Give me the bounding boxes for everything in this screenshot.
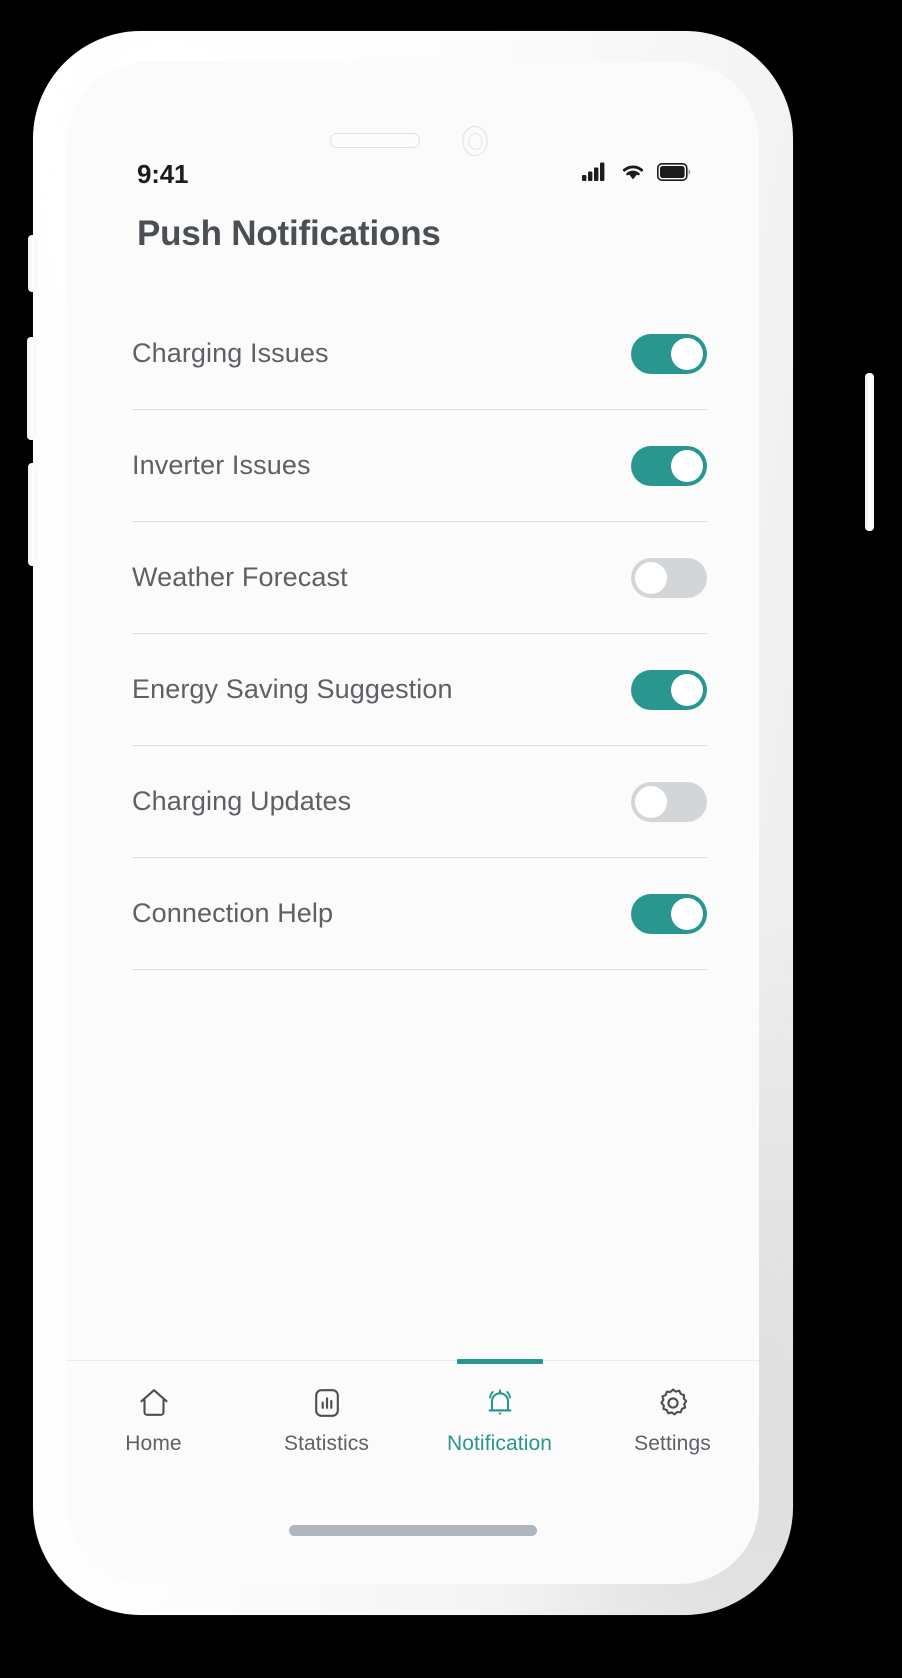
settings-row[interactable]: Charging Updates xyxy=(132,746,707,858)
settings-row[interactable]: Weather Forecast xyxy=(132,522,707,634)
settings-row[interactable]: Connection Help xyxy=(132,858,707,970)
home-indicator[interactable] xyxy=(289,1525,537,1536)
toggle-knob xyxy=(671,449,703,482)
tab-label: Home xyxy=(125,1432,182,1455)
toggle-knob xyxy=(635,561,667,594)
tab-label: Settings xyxy=(634,1432,711,1455)
front-camera-icon xyxy=(462,126,488,156)
push-notifications-list: Charging Issues Inverter Issues Weather … xyxy=(132,298,707,970)
toggle-charging-updates[interactable] xyxy=(631,781,707,822)
tab-home[interactable]: Home xyxy=(67,1383,240,1456)
settings-row-label: Connection Help xyxy=(132,898,334,928)
toggle-knob xyxy=(671,337,703,370)
toggle-charging-issues[interactable] xyxy=(631,333,707,374)
status-bar-icons xyxy=(582,162,691,186)
settings-row[interactable]: Inverter Issues xyxy=(132,410,707,522)
silent-switch-button[interactable] xyxy=(28,235,37,292)
phone-screen: 9:41 Push Notifications Charging Issues … xyxy=(67,62,759,1584)
battery-icon xyxy=(657,162,691,186)
settings-row-label: Inverter Issues xyxy=(132,450,311,480)
tab-settings[interactable]: Settings xyxy=(586,1383,759,1456)
toggle-connection-help[interactable] xyxy=(631,893,707,934)
toggle-weather-forecast[interactable] xyxy=(631,557,707,598)
bell-ringing-icon xyxy=(480,1383,520,1423)
settings-row-label: Weather Forecast xyxy=(132,562,348,592)
tab-statistics[interactable]: Statistics xyxy=(240,1383,413,1456)
bar-chart-icon xyxy=(307,1383,347,1423)
power-button[interactable] xyxy=(865,373,874,531)
wifi-icon xyxy=(620,162,646,186)
status-bar-time: 9:41 xyxy=(137,158,189,189)
home-icon xyxy=(134,1383,174,1423)
toggle-inverter-issues[interactable] xyxy=(631,445,707,486)
toggle-knob xyxy=(635,785,667,818)
tab-notification[interactable]: Notification xyxy=(413,1359,586,1456)
settings-row-label: Charging Issues xyxy=(132,338,329,368)
settings-row-label: Charging Updates xyxy=(132,786,352,816)
volume-up-button[interactable] xyxy=(27,337,36,440)
volume-down-button[interactable] xyxy=(28,463,37,566)
toggle-energy-saving-suggestion[interactable] xyxy=(631,669,707,710)
toggle-knob xyxy=(671,897,703,930)
bottom-tab-bar: Home Statistics Notification Settings xyxy=(67,1359,759,1488)
settings-row-label: Energy Saving Suggestion xyxy=(132,674,453,704)
screenshot-stage: 9:41 Push Notifications Charging Issues … xyxy=(0,0,902,1678)
cellular-signal-icon xyxy=(582,162,609,186)
page-title: Push Notifications xyxy=(137,214,441,253)
gear-icon xyxy=(653,1383,693,1423)
settings-row[interactable]: Charging Issues xyxy=(132,298,707,410)
status-bar: 9:41 xyxy=(67,154,759,194)
tab-label: Notification xyxy=(446,1432,553,1455)
speaker-slot-icon xyxy=(330,133,420,148)
active-tab-indicator xyxy=(456,1359,543,1364)
settings-row[interactable]: Energy Saving Suggestion xyxy=(132,634,707,746)
tab-label: Statistics xyxy=(283,1432,370,1455)
toggle-knob xyxy=(671,673,703,706)
